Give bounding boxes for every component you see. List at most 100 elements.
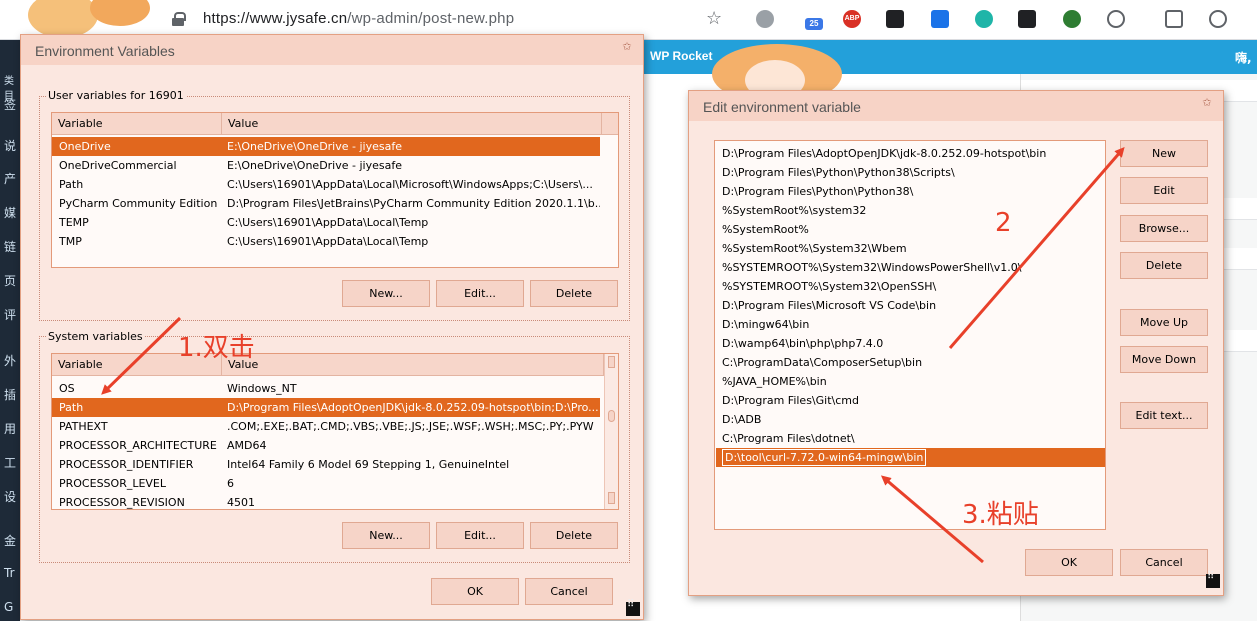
extension-arrow-icon[interactable] (1018, 10, 1036, 28)
profile-icon[interactable] (1209, 10, 1227, 28)
vertical-scrollbar[interactable] (604, 354, 618, 509)
system-delete-button[interactable]: Delete (530, 522, 618, 549)
system-new-button[interactable]: New... (342, 522, 430, 549)
wp-menu-item[interactable]: 链 (4, 238, 16, 255)
wp-menu-item[interactable]: 媒 (4, 204, 16, 221)
table-row[interactable]: PROCESSOR_ARCHITECTURE AMD64 (52, 436, 600, 455)
column-variable[interactable]: Variable (52, 113, 222, 135)
system-edit-button[interactable]: Edit... (436, 522, 524, 549)
user-delete-button[interactable]: Delete (530, 280, 618, 307)
adblock-icon[interactable]: ABP (843, 10, 861, 28)
extension-blue-icon[interactable] (931, 10, 949, 28)
close-icon[interactable]: ✩ (621, 41, 633, 53)
wp-menu-item[interactable]: 插 (4, 386, 16, 403)
path-list[interactable]: D:\Program Files\AdoptOpenJDK\jdk-8.0.25… (714, 140, 1106, 530)
wp-menu-item[interactable]: 用 (4, 420, 16, 437)
user-edit-button[interactable]: Edit... (436, 280, 524, 307)
extension-dark-icon[interactable] (886, 10, 904, 28)
path-entry[interactable]: %SystemRoot% (722, 220, 809, 239)
table-row[interactable]: PROCESSOR_REVISION 4501 (52, 493, 600, 509)
column-value[interactable]: Value (222, 113, 602, 135)
browse-button[interactable]: Browse... (1120, 215, 1208, 242)
scroll-up-button[interactable] (608, 356, 615, 368)
dialog-titlebar[interactable]: Environment Variables ✩ (21, 35, 643, 65)
path-entry[interactable]: C:\Program Files\dotnet\ (722, 429, 855, 448)
annotation-step2: 2 (995, 208, 1012, 238)
table-row[interactable]: PATHEXT .COM;.EXE;.BAT;.CMD;.VBS;.VBE;.JS… (52, 417, 600, 436)
wp-menu-item[interactable]: 签 (4, 96, 16, 113)
ok-button[interactable]: OK (431, 578, 519, 605)
dialog-titlebar[interactable]: Edit environment variable ✩ (689, 91, 1223, 121)
address-bar[interactable]: https://www.jysafe.cn/wp-admin/post-new.… (203, 10, 514, 27)
scroll-thumb[interactable] (608, 410, 615, 422)
path-entry[interactable]: %SYSTEMROOT%\System32\WindowsPowerShell\… (722, 258, 1021, 277)
collections-icon[interactable] (1165, 10, 1183, 28)
table-row[interactable]: PROCESSOR_IDENTIFIER Intel64 Family 6 Mod… (52, 455, 600, 474)
move-up-button[interactable]: Move Up (1120, 309, 1208, 336)
wp-menu-item[interactable]: 页 (4, 272, 16, 289)
wp-greeting[interactable]: 嗨, (1235, 49, 1252, 66)
table-row[interactable]: Path C:\Users\16901\AppData\Local\Microso… (52, 175, 600, 194)
path-entry[interactable]: D:\Program Files\Microsoft VS Code\bin (722, 296, 936, 315)
scroll-down-button[interactable] (608, 492, 615, 504)
wp-menu-item[interactable]: 产 (4, 170, 16, 187)
extension-circle-icon[interactable] (1107, 10, 1125, 28)
table-row[interactable]: OneDrive E:\OneDrive\OneDrive - jiyesafe (52, 137, 600, 156)
path-entry[interactable]: D:\mingw64\bin (722, 315, 809, 334)
variable-value: C:\Users\16901\AppData\Local\Microsoft\W… (227, 178, 593, 191)
path-entry[interactable]: C:\ProgramData\ComposerSetup\bin (722, 353, 922, 372)
path-entry[interactable]: D:\Program Files\AdoptOpenJDK\jdk-8.0.25… (722, 144, 1046, 163)
path-entry[interactable]: D:\Program Files\Git\cmd (722, 391, 859, 410)
variable-value: C:\Users\16901\AppData\Local\Temp (227, 235, 429, 248)
path-entry[interactable]: %SYSTEMROOT%\System32\OpenSSH\ (722, 277, 936, 296)
table-row[interactable]: TMP C:\Users\16901\AppData\Local\Temp (52, 232, 600, 251)
lock-icon (172, 12, 186, 26)
resize-grip-icon[interactable] (626, 599, 640, 616)
path-entry[interactable]: D:\Program Files\Python\Python38\Scripts… (722, 163, 955, 182)
table-row[interactable]: PROCESSOR_LEVEL 6 (52, 474, 600, 493)
user-variables-list[interactable]: Variable Value OneDrive E:\OneDrive\OneDr… (51, 112, 619, 268)
path-entry[interactable]: %JAVA_HOME%\bin (722, 372, 827, 391)
wp-menu-item[interactable]: Tr (4, 566, 15, 580)
ok-button[interactable]: OK (1025, 549, 1113, 576)
wp-menu-item[interactable]: 评 (4, 306, 16, 323)
path-edit-input[interactable]: D:\tool\curl-7.72.0-win64-mingw\bin (722, 449, 927, 466)
wp-menu-item[interactable]: 金 (4, 532, 16, 549)
system-variables-list[interactable]: Variable Value OS Windows_NT Path D:\Progr… (51, 353, 619, 510)
path-entry[interactable]: D:\ADB (722, 410, 761, 429)
path-entry[interactable]: %SystemRoot%\System32\Wbem (722, 239, 907, 258)
column-value[interactable]: Value (222, 354, 604, 376)
extension-globe-icon[interactable] (756, 10, 774, 28)
annotation-step3: 3.粘贴 (962, 500, 1039, 530)
new-button[interactable]: New (1120, 140, 1208, 167)
table-row[interactable]: OS Windows_NT (52, 379, 600, 398)
wp-menu-item[interactable]: G (4, 600, 13, 614)
cancel-button[interactable]: Cancel (525, 578, 613, 605)
extension-green-icon[interactable] (1063, 10, 1081, 28)
close-icon[interactable]: ✩ (1201, 97, 1213, 109)
cancel-button[interactable]: Cancel (1120, 549, 1208, 576)
wp-plugin-bar-title[interactable]: WP Rocket (650, 49, 712, 63)
path-entry[interactable]: %SystemRoot%\system32 (722, 201, 866, 220)
table-row[interactable]: TEMP C:\Users\16901\AppData\Local\Temp (52, 213, 600, 232)
user-new-button[interactable]: New... (342, 280, 430, 307)
variable-name: PROCESSOR_IDENTIFIER (59, 458, 194, 471)
wp-menu-item[interactable]: 说 (4, 137, 16, 154)
edit-text-button[interactable]: Edit text... (1120, 402, 1208, 429)
wp-menu-item[interactable]: 工 (4, 454, 16, 471)
table-row[interactable]: Path D:\Program Files\AdoptOpenJDK\jdk-8.… (52, 398, 600, 417)
bookmark-star-icon[interactable]: ☆ (706, 8, 722, 29)
delete-button[interactable]: Delete (1120, 252, 1208, 279)
path-entry[interactable]: D:\wamp64\bin\php\php7.4.0 (722, 334, 883, 353)
table-row[interactable]: PyCharm Community Edition D:\Program File… (52, 194, 600, 213)
table-row[interactable]: OneDriveCommercial E:\OneDrive\OneDrive -… (52, 156, 600, 175)
resize-grip-icon[interactable] (1206, 571, 1220, 588)
variable-value: .COM;.EXE;.BAT;.CMD;.VBS;.VBE;.JS;.JSE;.… (227, 420, 594, 433)
extension-badge-icon[interactable]: 25 (805, 18, 823, 30)
edit-button[interactable]: Edit (1120, 177, 1208, 204)
extension-teal-icon[interactable] (975, 10, 993, 28)
path-entry[interactable]: D:\Program Files\Python\Python38\ (722, 182, 913, 201)
wp-menu-item[interactable]: 外 (4, 352, 16, 369)
wp-menu-item[interactable]: 设 (4, 488, 16, 505)
move-down-button[interactable]: Move Down (1120, 346, 1208, 373)
